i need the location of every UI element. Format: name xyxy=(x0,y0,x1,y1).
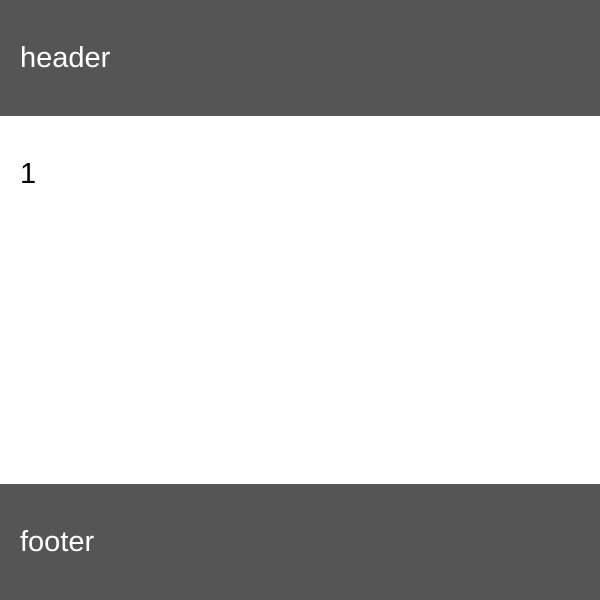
page-header: header xyxy=(0,0,600,116)
header-title: header xyxy=(20,41,111,74)
main-content: 1 xyxy=(0,116,600,484)
page-footer: footer xyxy=(0,484,600,600)
content-item: 1 xyxy=(20,158,37,190)
footer-text: footer xyxy=(20,525,95,558)
